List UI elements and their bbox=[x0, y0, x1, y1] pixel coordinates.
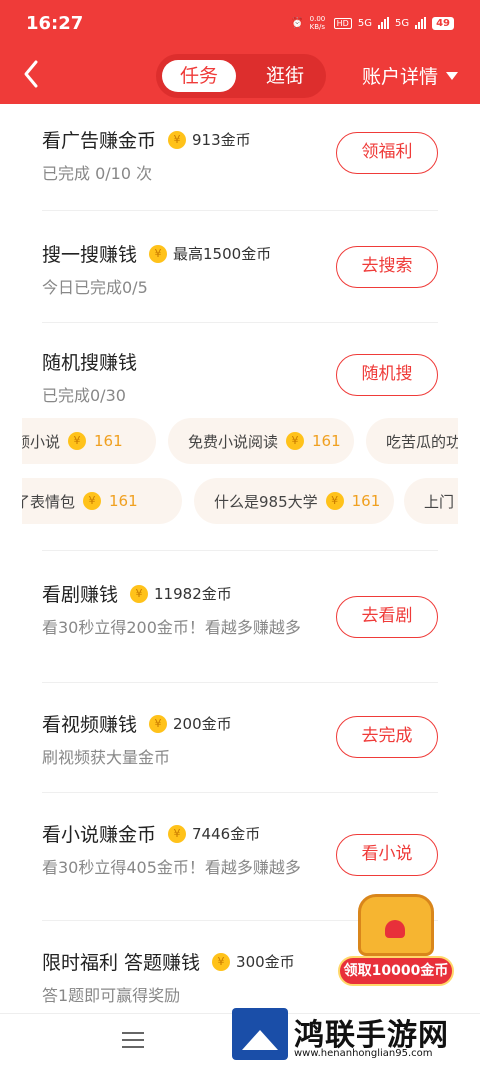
tab-switcher: 任务 逛街 bbox=[156, 54, 326, 98]
promo-label: 领取10000金币 bbox=[338, 956, 454, 986]
coin-icon bbox=[212, 952, 231, 971]
search-chip[interactable]: 免费小说阅读 161 bbox=[168, 418, 354, 464]
watch-drama-button[interactable]: 去看剧 bbox=[336, 596, 438, 638]
coin-icon bbox=[130, 584, 149, 603]
task-desc: 今日已完成0/5 bbox=[42, 278, 148, 297]
coin-icon bbox=[168, 130, 187, 149]
status-bar: 16:27 ⏰ 0.00 KB/s HD 5G 5G 49 bbox=[0, 0, 480, 48]
task-amount: 最高1500金币 bbox=[173, 245, 272, 263]
task-desc: 已完成0/30 bbox=[42, 386, 126, 405]
task-desc: 刷视频获大量金币 bbox=[42, 748, 171, 767]
task-amount: 7446金币 bbox=[192, 825, 261, 843]
nav-bar: 任务 逛街 账户详情 bbox=[0, 48, 480, 104]
search-chip[interactable]: 苏颜小说 161 bbox=[22, 418, 156, 464]
coin-icon bbox=[68, 432, 87, 450]
chip-coins: 161 bbox=[94, 432, 123, 450]
coin-icon bbox=[325, 492, 344, 510]
site-watermark: 鸿联手游网 www.henanhonglian95.com bbox=[232, 1008, 472, 1064]
search-chips-row-1: 苏颜小说 161 免费小说阅读 161 吃苦瓜的功 bbox=[22, 418, 458, 466]
read-novel-button[interactable]: 看小说 bbox=[336, 834, 438, 876]
battery-icon: 49 bbox=[432, 16, 454, 30]
task-title: 看小说赚金币 bbox=[42, 824, 157, 846]
task-amount: 300金币 bbox=[236, 953, 295, 971]
alarm-icon: ⏰ bbox=[291, 17, 304, 29]
account-details-dropdown[interactable]: 账户详情 bbox=[362, 62, 458, 89]
chip-label: 追了表情包 bbox=[22, 492, 76, 511]
hd-badge: HD bbox=[333, 17, 352, 29]
heart-icon bbox=[385, 920, 405, 938]
search-chip[interactable]: 吃苦瓜的功 bbox=[366, 418, 458, 464]
net-speed: 0.00 KB/s bbox=[309, 15, 326, 31]
chip-coins: 161 bbox=[312, 432, 341, 450]
divider bbox=[42, 792, 438, 793]
search-chip[interactable]: 上门 bbox=[404, 478, 458, 524]
chip-label: 上门 bbox=[424, 492, 455, 511]
search-chip[interactable]: 什么是985大学 161 bbox=[194, 478, 394, 524]
task-title: 搜一搜赚钱 bbox=[42, 244, 138, 266]
coin-icon bbox=[149, 714, 168, 733]
task-title: 限时福利 答题赚钱 bbox=[42, 952, 201, 974]
menu-icon[interactable] bbox=[122, 1032, 144, 1048]
top-bar: 16:27 ⏰ 0.00 KB/s HD 5G 5G 49 任务 逛街 账户详情 bbox=[0, 0, 480, 104]
divider bbox=[42, 550, 438, 551]
divider bbox=[42, 322, 438, 323]
chip-coins: 161 bbox=[109, 492, 138, 510]
status-icons: ⏰ 0.00 KB/s HD 5G 5G 49 bbox=[291, 15, 454, 31]
task-amount: 11982金币 bbox=[154, 585, 232, 603]
task-desc: 答1题即可赢得奖励 bbox=[42, 986, 181, 1005]
tab-shopping[interactable]: 逛街 bbox=[248, 60, 322, 92]
treasure-chest-promo[interactable]: 领取10000金币 bbox=[338, 886, 454, 990]
task-title: 看剧赚钱 bbox=[42, 584, 119, 606]
status-time: 16:27 bbox=[26, 13, 84, 34]
coin-icon bbox=[83, 492, 102, 510]
chip-label: 吃苦瓜的功 bbox=[386, 432, 458, 451]
account-details-label: 账户详情 bbox=[361, 66, 438, 88]
back-arrow-icon[interactable] bbox=[18, 56, 48, 92]
task-amount: 913金币 bbox=[192, 131, 251, 149]
watermark-logo bbox=[232, 1008, 288, 1060]
random-search-button[interactable]: 随机搜 bbox=[336, 354, 438, 396]
go-search-button[interactable]: 去搜索 bbox=[336, 246, 438, 288]
chip-label: 苏颜小说 bbox=[22, 432, 61, 451]
signal-label-1: 5G bbox=[357, 17, 372, 29]
coin-icon bbox=[286, 432, 305, 450]
search-chips-row-2: 追了表情包 161 什么是985大学 161 上门 bbox=[22, 478, 458, 526]
claim-welfare-button[interactable]: 领福利 bbox=[336, 132, 438, 174]
task-amount: 200金币 bbox=[173, 715, 232, 733]
task-desc: 看30秒立得200金币！看越多赚越多 bbox=[42, 618, 301, 637]
divider bbox=[42, 210, 438, 211]
task-list-card: 看广告赚金币 913金币 已完成 0/10 次 领福利 搜一搜赚钱 最高1500金币… bbox=[22, 104, 458, 1016]
signal-icon-1 bbox=[377, 17, 389, 29]
task-desc: 看30秒立得405金币！看越多赚越多 bbox=[42, 858, 301, 877]
signal-label-2: 5G bbox=[394, 17, 410, 29]
task-title: 看广告赚金币 bbox=[42, 130, 157, 152]
go-complete-button[interactable]: 去完成 bbox=[336, 716, 438, 758]
chip-label: 免费小说阅读 bbox=[188, 432, 279, 451]
task-title: 看视频赚钱 bbox=[42, 714, 138, 736]
tab-tasks[interactable]: 任务 bbox=[162, 60, 236, 92]
watermark-url: www.henanhonglian95.com bbox=[294, 1048, 433, 1059]
coin-icon bbox=[168, 824, 187, 843]
chip-label: 什么是985大学 bbox=[214, 492, 318, 511]
coin-icon bbox=[149, 244, 168, 263]
chevron-down-icon bbox=[446, 71, 458, 80]
signal-icon-2 bbox=[415, 17, 427, 29]
task-desc: 已完成 0/10 次 bbox=[42, 164, 153, 183]
chip-coins: 161 bbox=[351, 492, 381, 510]
task-title: 随机搜赚钱 bbox=[42, 352, 138, 374]
divider bbox=[42, 682, 438, 683]
search-chip[interactable]: 追了表情包 161 bbox=[22, 478, 182, 524]
